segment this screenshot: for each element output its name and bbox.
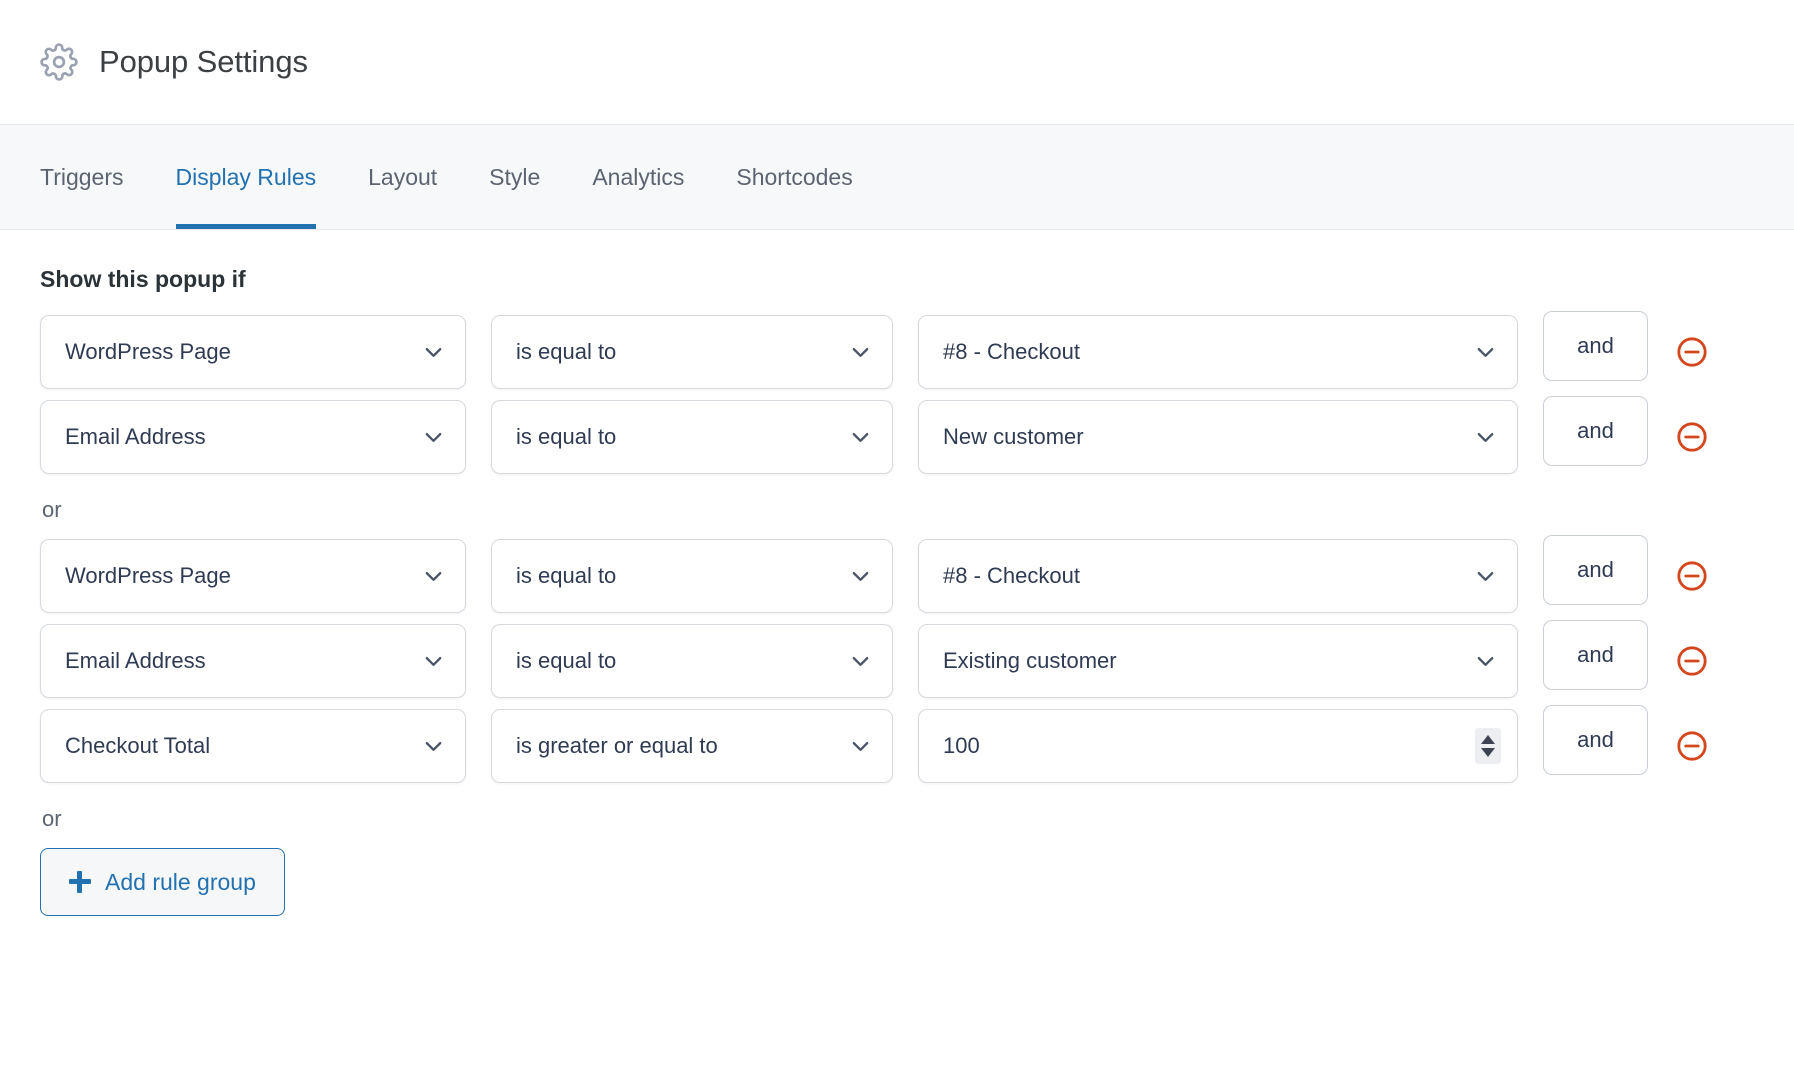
tab-analytics[interactable]: Analytics [592,125,684,229]
tab-label: Triggers [40,163,124,190]
chevron-down-icon [425,347,442,357]
tab-shortcodes[interactable]: Shortcodes [736,125,852,229]
tab-layout[interactable]: Layout [368,125,437,229]
add-rule-group-button[interactable]: Add rule group [40,848,285,916]
and-connector-button[interactable]: and [1543,535,1648,605]
minus-circle-icon [1677,561,1707,591]
rule-row: Checkout Total is greater or equal to 100 a… [40,705,1754,783]
rule-value-select[interactable]: #8 - Checkout [918,315,1518,389]
section-heading: Show this popup if [40,266,246,292]
tab-label: Display Rules [175,163,317,190]
rule-operator-value: is equal to [516,339,617,364]
page-header: Popup Settings [0,0,1794,124]
rule-field-select[interactable]: Checkout Total [40,709,466,783]
tab-label: Shortcodes [736,163,853,190]
gear-icon [40,43,78,81]
chevron-down-icon [425,432,442,442]
and-connector-label: and [1577,642,1614,667]
rule-field-select[interactable]: Email Address [40,400,466,474]
tab-label: Analytics [592,163,685,190]
rule-operator-value: is equal to [516,424,617,449]
tab-triggers[interactable]: Triggers [40,125,124,229]
stepper-up-icon[interactable] [1481,735,1495,744]
remove-rule-button[interactable] [1668,539,1716,613]
rule-field-value: Checkout Total [65,733,211,758]
rule-value: #8 - Checkout [943,339,1080,364]
and-connector-button[interactable]: and [1543,705,1648,775]
number-stepper[interactable] [1475,728,1501,764]
chevron-down-icon [852,741,869,751]
chevron-down-icon [425,571,442,581]
minus-circle-icon [1677,731,1707,761]
and-connector-button[interactable]: and [1543,396,1648,466]
rule-value-number: 100 [943,733,980,758]
rule-field-select[interactable]: Email Address [40,624,466,698]
chevron-down-icon [1477,432,1494,442]
rule-field-value: WordPress Page [65,563,231,588]
chevron-down-icon [1477,571,1494,581]
display-rules-panel: Show this popup if WordPress Page is equa… [0,230,1794,916]
rule-operator-select[interactable]: is equal to [491,400,893,474]
chevron-down-icon [425,741,442,751]
chevron-down-icon [425,656,442,666]
rule-value: New customer [943,424,1084,449]
remove-rule-button[interactable] [1668,400,1716,474]
rule-operator-value: is greater or equal to [516,733,718,758]
and-connector-label: and [1577,418,1614,443]
tab-bar: Triggers Display Rules Layout Style Analytic… [0,124,1794,230]
rule-operator-select[interactable]: is equal to [491,539,893,613]
rule-group: WordPress Page is equal to #8 - Checkout an… [40,535,1754,783]
remove-rule-button[interactable] [1668,315,1716,389]
and-connector-button[interactable]: and [1543,311,1648,381]
tab-label: Style [489,163,541,190]
chevron-down-icon [852,571,869,581]
tab-label: Layout [368,163,438,190]
and-connector-label: and [1577,333,1614,358]
rule-value-number-input[interactable]: 100 [918,709,1518,783]
rule-row: Email Address is equal to Existing custome… [40,620,1754,698]
rule-field-value: Email Address [65,648,206,673]
page-title: Popup Settings [99,44,308,79]
rule-row: WordPress Page is equal to #8 - Checkout an… [40,311,1754,389]
rule-operator-select[interactable]: is equal to [491,624,893,698]
rule-operator-value: is equal to [516,563,617,588]
rule-field-select[interactable]: WordPress Page [40,315,466,389]
tab-display-rules[interactable]: Display Rules [175,125,317,229]
rule-value-select[interactable]: Existing customer [918,624,1518,698]
minus-circle-icon [1677,646,1707,676]
plus-icon [69,871,91,893]
and-connector-label: and [1577,727,1614,752]
rule-groups-container: WordPress Page is equal to #8 - Checkout an… [40,311,1754,783]
chevron-down-icon [1477,656,1494,666]
rule-value-select[interactable]: New customer [918,400,1518,474]
minus-circle-icon [1677,422,1707,452]
rule-group: WordPress Page is equal to #8 - Checkout an… [40,311,1754,474]
rule-operator-select[interactable]: is equal to [491,315,893,389]
and-connector-button[interactable]: and [1543,620,1648,690]
minus-circle-icon [1677,337,1707,367]
add-rule-group-label: Add rule group [105,868,256,895]
or-separator-final: or [42,806,62,831]
chevron-down-icon [852,432,869,442]
rule-field-select[interactable]: WordPress Page [40,539,466,613]
rule-operator-select[interactable]: is greater or equal to [491,709,893,783]
chevron-down-icon [1477,347,1494,357]
stepper-down-icon[interactable] [1481,748,1495,757]
rule-value: Existing customer [943,648,1117,673]
remove-rule-button[interactable] [1668,709,1716,783]
chevron-down-icon [852,347,869,357]
or-separator: or [42,497,62,522]
rule-row: WordPress Page is equal to #8 - Checkout an… [40,535,1754,613]
rule-operator-value: is equal to [516,648,617,673]
and-connector-label: and [1577,557,1614,582]
rule-value-select[interactable]: #8 - Checkout [918,539,1518,613]
chevron-down-icon [852,656,869,666]
rule-value: #8 - Checkout [943,563,1080,588]
remove-rule-button[interactable] [1668,624,1716,698]
tab-style[interactable]: Style [489,125,540,229]
rule-row: Email Address is equal to New customer and [40,396,1754,474]
rule-field-value: WordPress Page [65,339,231,364]
rule-field-value: Email Address [65,424,206,449]
